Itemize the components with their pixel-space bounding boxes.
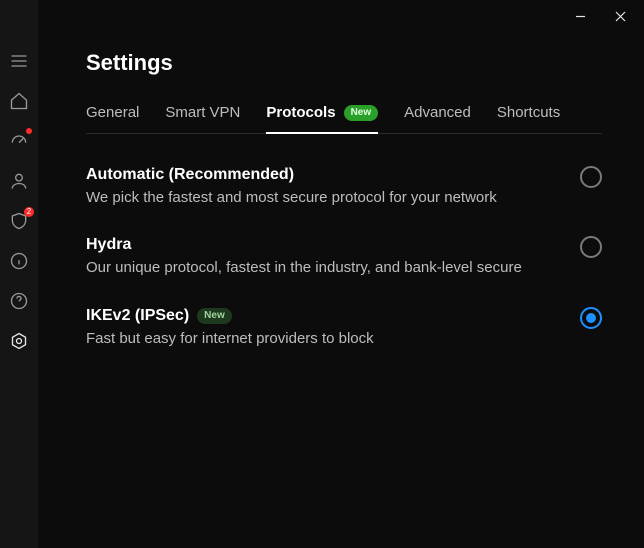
- tab-smart-vpn[interactable]: Smart VPN: [165, 104, 240, 133]
- tab-general[interactable]: General: [86, 104, 139, 133]
- option-title: IKEv2 (IPSec): [86, 307, 189, 325]
- settings-icon[interactable]: [8, 330, 30, 352]
- tab-label: Advanced: [404, 104, 471, 121]
- option-desc: Fast but easy for internet providers to …: [86, 329, 374, 349]
- radio-automatic[interactable]: [580, 166, 602, 188]
- sidebar-rail: 2: [0, 0, 38, 548]
- tab-label: General: [86, 104, 139, 121]
- tab-advanced[interactable]: Advanced: [404, 104, 471, 133]
- option-desc: Our unique protocol, fastest in the indu…: [86, 258, 522, 278]
- tab-label: Protocols: [266, 104, 335, 121]
- info-icon[interactable]: [8, 250, 30, 272]
- shield-badge: 2: [24, 207, 34, 217]
- protocol-option-automatic[interactable]: Automatic (Recommended) We pick the fast…: [86, 166, 602, 208]
- radio-hydra[interactable]: [580, 236, 602, 258]
- notification-dot: [26, 128, 32, 134]
- option-title: Automatic (Recommended): [86, 166, 294, 184]
- tab-shortcuts[interactable]: Shortcuts: [497, 104, 560, 133]
- radio-ikev2[interactable]: [580, 307, 602, 329]
- protocol-option-hydra[interactable]: Hydra Our unique protocol, fastest in th…: [86, 236, 602, 278]
- speed-icon[interactable]: [8, 130, 30, 152]
- menu-icon[interactable]: [8, 50, 30, 72]
- new-badge: New: [197, 308, 232, 324]
- page-title: Settings: [86, 50, 644, 76]
- tab-label: Shortcuts: [497, 104, 560, 121]
- option-title: Hydra: [86, 236, 131, 254]
- protocol-option-ikev2[interactable]: IKEv2 (IPSec) New Fast but easy for inte…: [86, 307, 602, 349]
- window-minimize-button[interactable]: [562, 2, 598, 30]
- account-icon[interactable]: [8, 170, 30, 192]
- home-icon[interactable]: [8, 90, 30, 112]
- help-icon[interactable]: [8, 290, 30, 312]
- window-close-button[interactable]: [602, 2, 638, 30]
- new-badge: New: [344, 105, 379, 121]
- titlebar: [86, 0, 644, 32]
- settings-tabs: General Smart VPN Protocols New Advanced…: [86, 104, 602, 134]
- protocol-option-list: Automatic (Recommended) We pick the fast…: [86, 166, 602, 349]
- option-desc: We pick the fastest and most secure prot…: [86, 188, 497, 208]
- main-panel: Settings General Smart VPN Protocols New…: [38, 0, 644, 548]
- tab-label: Smart VPN: [165, 104, 240, 121]
- shield-icon[interactable]: 2: [8, 210, 30, 232]
- tab-protocols[interactable]: Protocols New: [266, 104, 378, 133]
